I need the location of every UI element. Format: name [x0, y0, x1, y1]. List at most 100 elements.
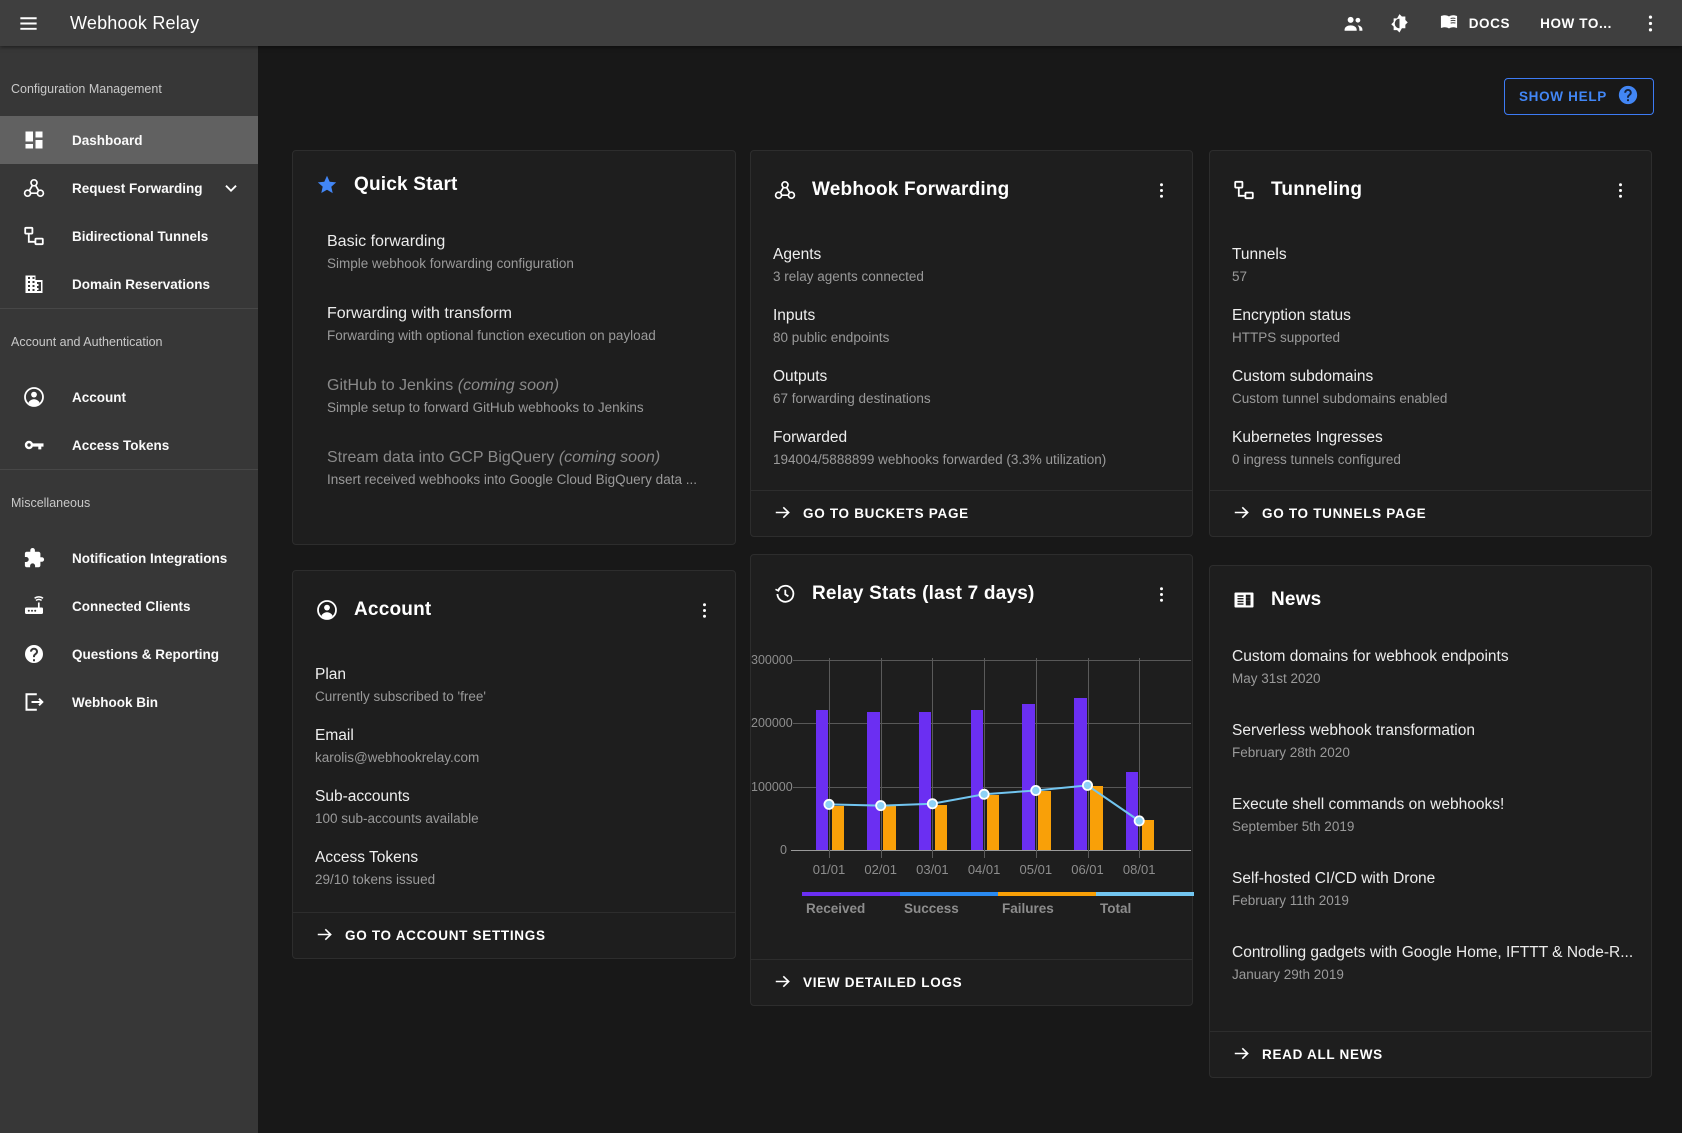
- quickstart-item-suffix: (coming soon): [559, 449, 660, 466]
- card-footer: GO TO BUCKETS PAGE: [751, 490, 1192, 536]
- sidebar-item-account[interactable]: Account: [0, 373, 258, 421]
- line-point: [980, 790, 989, 799]
- arrow-right-icon: [773, 503, 792, 525]
- stat: PlanCurrently subscribed to 'free': [315, 665, 721, 706]
- footer-link-label: GO TO TUNNELS PAGE: [1262, 506, 1426, 521]
- legend-swatch-received: [802, 892, 900, 896]
- footer-link-label: GO TO BUCKETS PAGE: [803, 506, 969, 521]
- news-item[interactable]: Execute shell commands on webhooks!Septe…: [1232, 796, 1641, 834]
- stats-list: PlanCurrently subscribed to 'free' Emailk…: [315, 665, 721, 889]
- news-item[interactable]: Serverless webhook transformation Februar…: [1232, 722, 1641, 760]
- quickstart-item[interactable]: GitHub to Jenkins (coming soon)Simple se…: [327, 377, 721, 415]
- card-title: News: [1271, 589, 1637, 611]
- arrow-right-icon: [1232, 503, 1251, 525]
- card-menu-icon[interactable]: [1144, 173, 1178, 207]
- stat-label: Agents: [773, 245, 1178, 265]
- sidebar-item-label: Access Tokens: [72, 438, 169, 453]
- news-item-title: Serverless webhook transformation: [1232, 722, 1641, 740]
- show-help-button[interactable]: SHOW HELP: [1504, 78, 1654, 115]
- sidebar-item-domain-reservations[interactable]: Domain Reservations: [0, 260, 258, 308]
- sidebar-item-bidirectional-tunnels[interactable]: Bidirectional Tunnels: [0, 212, 258, 260]
- legend-swatch-total: [1096, 892, 1194, 896]
- brightness-icon[interactable]: [1380, 3, 1420, 43]
- stat-value: 29/10 tokens issued: [315, 871, 721, 889]
- card-header: Account: [293, 571, 735, 627]
- news-list: Custom domains for webhook endpointsMay …: [1232, 648, 1641, 982]
- card-footer: GO TO TUNNELS PAGE: [1210, 490, 1651, 536]
- stat-value: 57: [1232, 268, 1637, 286]
- sidebar-section-label: Account and Authentication: [0, 309, 258, 373]
- menu-icon[interactable]: [8, 3, 48, 43]
- go-to-account-settings-link[interactable]: GO TO ACCOUNT SETTINGS: [315, 925, 546, 947]
- howto-label: HOW TO...: [1540, 16, 1612, 31]
- line-point: [824, 800, 833, 809]
- legend-item-total[interactable]: Total: [1100, 901, 1131, 916]
- main-content: SHOW HELP Quick Start Basic forwardingSi…: [258, 46, 1682, 1133]
- sidebar-item-label: Account: [72, 390, 126, 405]
- sidebar-item-label: Request Forwarding: [72, 181, 203, 196]
- legend-item-received[interactable]: Received: [806, 901, 865, 916]
- sidebar-item-dashboard[interactable]: Dashboard: [0, 116, 258, 164]
- stats-list: Agents3 relay agents connected Inputs80 p…: [773, 245, 1178, 469]
- quickstart-item-title: Forwarding with transform: [327, 305, 721, 323]
- news-card: News Custom domains for webhook endpoint…: [1209, 565, 1652, 1078]
- line-point: [1135, 816, 1144, 825]
- chevron-down-icon[interactable]: [220, 177, 242, 199]
- sidebar-item-access-tokens[interactable]: Access Tokens: [0, 421, 258, 469]
- go-to-buckets-link[interactable]: GO TO BUCKETS PAGE: [773, 503, 969, 525]
- stat: Inputs80 public endpoints: [773, 306, 1178, 347]
- more-vert-icon[interactable]: [1630, 3, 1670, 43]
- stat: Access Tokens29/10 tokens issued: [315, 848, 721, 889]
- card-menu-icon[interactable]: [1144, 577, 1178, 611]
- stat: Agents3 relay agents connected: [773, 245, 1178, 286]
- quickstart-item[interactable]: Basic forwardingSimple webhook forwardin…: [327, 233, 721, 271]
- news-item[interactable]: Controlling gadgets with Google Home, IF…: [1232, 944, 1641, 982]
- news-item[interactable]: Custom domains for webhook endpointsMay …: [1232, 648, 1641, 686]
- stat-value: karolis@webhookrelay.com: [315, 749, 721, 767]
- quick-start-list: Basic forwardingSimple webhook forwardin…: [327, 233, 721, 487]
- help-icon: [22, 642, 46, 666]
- quickstart-item[interactable]: Forwarding with transformForwarding with…: [327, 305, 721, 343]
- sidebar-item-request-forwarding[interactable]: Request Forwarding: [0, 164, 258, 212]
- go-to-tunnels-link[interactable]: GO TO TUNNELS PAGE: [1232, 503, 1426, 525]
- legend-item-success[interactable]: Success: [904, 901, 959, 916]
- card-menu-icon[interactable]: [687, 593, 721, 627]
- card-footer: GO TO ACCOUNT SETTINGS: [293, 912, 735, 958]
- news-item-date: February 28th 2020: [1232, 745, 1641, 760]
- quickstart-item[interactable]: Stream data into GCP BigQuery (coming so…: [327, 449, 721, 487]
- arrow-right-icon: [1232, 1044, 1251, 1066]
- stats-list: Tunnels57Encryption statusHTTPS supporte…: [1232, 245, 1637, 469]
- stat: Forwarded194004/5888899 webhooks forward…: [773, 428, 1178, 469]
- quickstart-item-title: GitHub to Jenkins (coming soon): [327, 377, 721, 395]
- read-all-news-link[interactable]: READ ALL NEWS: [1232, 1044, 1383, 1066]
- quickstart-item-desc: Insert received webhooks into Google Clo…: [327, 472, 721, 487]
- sidebar-item-label: Notification Integrations: [72, 551, 227, 566]
- history-icon: [773, 582, 797, 606]
- sidebar-item-notification-integrations[interactable]: Notification Integrations: [0, 534, 258, 582]
- stat: Emailkarolis@webhookrelay.com: [315, 726, 721, 767]
- view-detailed-logs-link[interactable]: VIEW DETAILED LOGS: [773, 972, 962, 994]
- stat-value: 0 ingress tunnels configured: [1232, 451, 1637, 469]
- news-item[interactable]: Self-hosted CI/CD with DroneFebruary 11t…: [1232, 870, 1641, 908]
- sidebar-item-label: Webhook Bin: [72, 695, 158, 710]
- legend-item-failures[interactable]: Failures: [1002, 901, 1054, 916]
- docs-button[interactable]: DOCS: [1426, 3, 1522, 43]
- sidebar-item-webhook-bin[interactable]: Webhook Bin: [0, 678, 258, 726]
- footer-link-label: GO TO ACCOUNT SETTINGS: [345, 928, 546, 943]
- sidebar-section-label: Miscellaneous: [0, 470, 258, 534]
- news-item-title: Custom domains for webhook endpoints: [1232, 648, 1641, 666]
- sidebar-item-connected-clients[interactable]: Connected Clients: [0, 582, 258, 630]
- card-menu-icon[interactable]: [1603, 173, 1637, 207]
- router-icon: [22, 594, 46, 618]
- help-icon: [1617, 84, 1639, 109]
- card-title: Tunneling: [1271, 179, 1603, 201]
- stat-value: 67 forwarding destinations: [773, 390, 1178, 408]
- legend-swatch-failures: [998, 892, 1096, 896]
- sidebar-section: Configuration ManagementDashboardRequest…: [0, 46, 258, 308]
- footer-link-label: READ ALL NEWS: [1262, 1047, 1383, 1062]
- howto-button[interactable]: HOW TO...: [1528, 3, 1624, 43]
- sidebar-item-questions-reporting[interactable]: Questions & Reporting: [0, 630, 258, 678]
- tunneling-card: Tunneling Tunnels57Encryption statusHTTP…: [1209, 150, 1652, 537]
- stat-value: 100 sub-accounts available: [315, 810, 721, 828]
- users-icon[interactable]: [1334, 3, 1374, 43]
